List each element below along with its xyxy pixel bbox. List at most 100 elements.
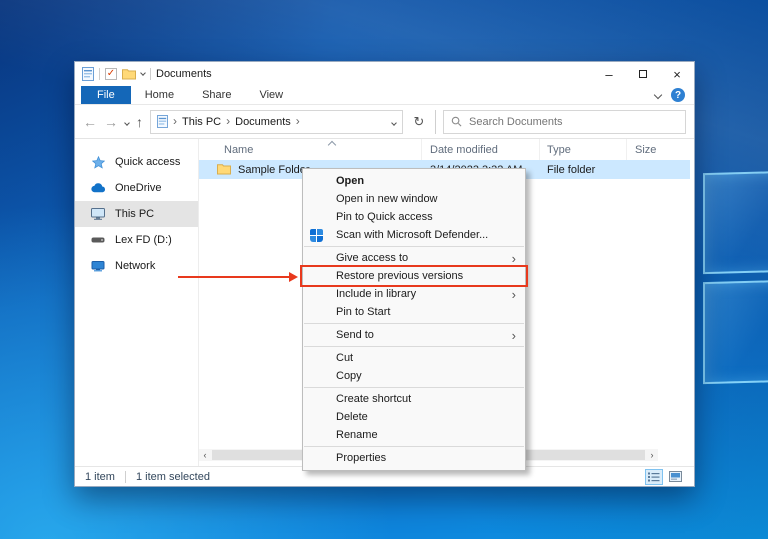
refresh-button[interactable]: ↻ [410,114,428,130]
menu-separator [304,387,524,388]
breadcrumb-separator-icon: › [296,114,300,128]
close-button[interactable]: × [660,62,694,86]
quick-access-toolbar: ✓ [82,67,151,81]
menu-separator [304,346,524,347]
details-view-icon [648,472,660,482]
maximize-button[interactable] [626,62,660,86]
details-view-button[interactable] [645,469,663,485]
help-button[interactable]: ? [671,88,685,102]
sidebar-item-lex-fd-drive[interactable]: Lex FD (D:) [75,227,198,253]
toolbar-separator [150,68,151,80]
menu-item-scan-with-microsoft-defender[interactable]: Scan with Microsoft Defender... [303,226,525,244]
sidebar-item-quick-access[interactable]: Quick access [75,149,198,175]
sidebar-item-onedrive[interactable]: OneDrive [75,175,198,201]
breadcrumb-separator-icon: › [226,114,230,128]
column-header-size[interactable]: Size [627,139,687,160]
menu-item-create-shortcut[interactable]: Create shortcut [303,390,525,408]
item-count: 1 item [85,471,115,483]
ribbon-collapse-chevron-icon[interactable] [655,89,661,101]
window-controls: – × [592,62,694,86]
desktop-background: ✓ Documents – × File Home Share View [0,0,768,539]
forward-button[interactable]: → [104,115,118,129]
menu-item-copy[interactable]: Copy [303,367,525,385]
up-button[interactable]: ↑ [136,115,143,129]
submenu-arrow-icon: › [512,329,516,342]
breadcrumb-documents[interactable]: Documents [235,116,291,128]
menu-item-cut[interactable]: Cut [303,349,525,367]
menu-item-rename[interactable]: Rename [303,426,525,444]
menu-item-pin-to-start[interactable]: Pin to Start [303,303,525,321]
network-icon [90,261,106,272]
breadcrumb-separator-icon: › [173,114,177,128]
maximize-icon [639,70,647,78]
submenu-arrow-icon: › [512,288,516,301]
selection-status: 1 item selected [136,471,210,483]
customize-toolbar-chevron-icon[interactable] [141,73,145,75]
sidebar-item-label: This PC [115,208,154,220]
large-icons-view-icon [669,471,682,482]
file-name-label: Sample Folder [238,164,310,176]
menu-separator [304,246,524,247]
scroll-left-icon[interactable]: ‹ [199,449,211,461]
large-icons-view-button[interactable] [666,469,684,485]
menu-item-include-in-library[interactable]: Include in library › [303,285,525,303]
title-bar: ✓ Documents – × [75,62,694,86]
menu-separator [304,323,524,324]
monitor-icon [90,208,106,220]
document-icon [82,67,94,81]
explorer-app-icon[interactable] [82,67,94,81]
tab-share[interactable]: Share [188,86,245,104]
column-header-date-modified[interactable]: Date modified [422,139,540,160]
menu-item-delete[interactable]: Delete [303,408,525,426]
menu-item-properties[interactable]: Properties [303,449,525,467]
tab-home[interactable]: Home [131,86,188,104]
star-icon [90,156,106,169]
recent-locations-chevron-icon[interactable] [125,116,129,128]
location-document-icon [157,115,168,128]
navbar-separator [435,110,436,134]
drive-icon [90,237,106,243]
menu-item-give-access-to[interactable]: Give access to › [303,249,525,267]
minimize-button[interactable]: – [592,62,626,86]
toolbar-separator [99,68,100,80]
back-button[interactable]: ← [83,115,97,129]
folder-icon [217,164,231,175]
scroll-right-icon[interactable]: › [646,449,658,461]
context-menu: Open Open in new window Pin to Quick acc… [302,168,526,471]
address-bar[interactable]: › This PC › Documents › [150,110,403,134]
ribbon-tab-strip: File Home Share View ? [75,86,694,105]
menu-separator [304,446,524,447]
type-cell: File folder [540,164,627,176]
properties-checkmark-icon[interactable]: ✓ [105,68,117,80]
search-box[interactable] [443,110,686,134]
tab-file[interactable]: File [81,86,131,104]
search-icon [451,116,462,127]
new-folder-icon[interactable] [122,69,136,80]
sidebar-item-this-pc[interactable]: This PC [75,201,198,227]
navigation-bar: ← → ↑ › This PC › Documents › ↻ [75,105,694,139]
column-header-row: Name Date modified Type Size [199,139,690,160]
menu-item-open[interactable]: Open [303,172,525,190]
windows-logo-pane-top [703,171,768,274]
navigation-pane: Quick access OneDrive This PC [75,139,198,466]
menu-item-send-to[interactable]: Send to › [303,326,525,344]
annotation-arrow [178,276,289,278]
sidebar-item-label: OneDrive [115,182,161,194]
menu-item-open-in-new-window[interactable]: Open in new window [303,190,525,208]
tab-view[interactable]: View [245,86,297,104]
window-title: Documents [156,68,212,80]
defender-shield-icon [310,229,323,242]
sidebar-item-label: Quick access [115,156,180,168]
breadcrumb-this-pc[interactable]: This PC [182,116,221,128]
statusbar-separator [125,471,126,483]
submenu-arrow-icon: › [512,252,516,265]
sidebar-item-label: Network [115,260,155,272]
cloud-icon [90,183,106,193]
menu-item-restore-previous-versions[interactable]: Restore previous versions [303,267,525,285]
search-input[interactable] [469,116,678,128]
column-header-name[interactable]: Name [199,139,422,160]
address-dropdown-chevron-icon[interactable] [392,116,396,128]
menu-item-pin-to-quick-access[interactable]: Pin to Quick access [303,208,525,226]
column-header-type[interactable]: Type [540,139,627,160]
windows-logo-pane-bottom [703,280,768,384]
